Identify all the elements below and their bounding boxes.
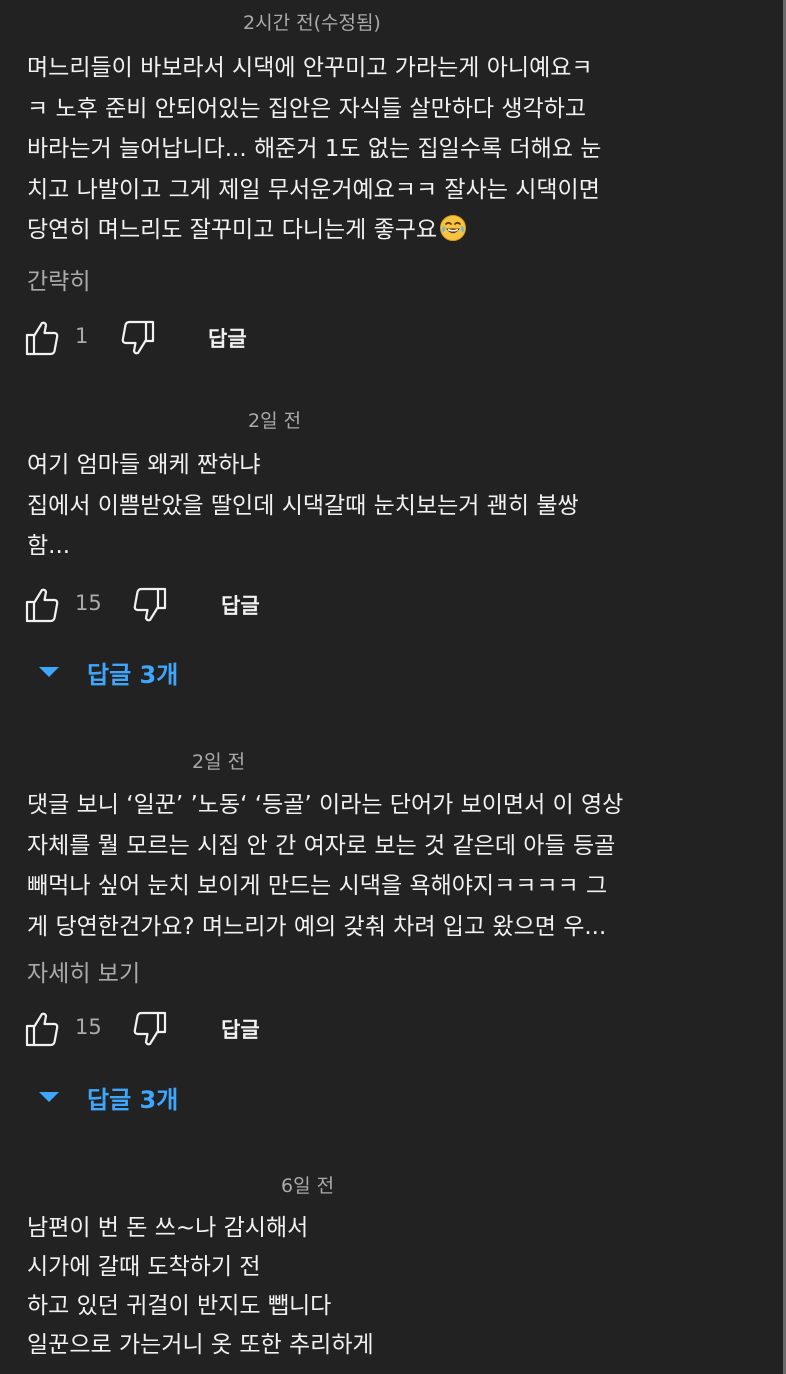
reply-button[interactable]: 답글	[208, 323, 247, 353]
comment-line: 자체를 뭘 모르는 시집 안 간 여자로 보는 것 같은데 아들 등골	[27, 832, 616, 859]
comment-line: 댓글 보니 ‘일꾼’ ’노동‘ ‘등골’ 이라는 단어가 보이면서 이 영상	[27, 792, 624, 818]
caret-down-icon	[39, 1092, 59, 1102]
caret-down-icon	[39, 667, 59, 677]
view-replies-button[interactable]: 답글 3개	[39, 1078, 259, 1118]
comment-timestamp: 2일 전	[248, 410, 302, 432]
read-more-link[interactable]: 자세히 보기	[27, 954, 140, 988]
like-count: 15	[75, 1015, 102, 1039]
thumbs-down-icon[interactable]	[129, 1009, 169, 1049]
show-less-link[interactable]: 간략히	[27, 262, 90, 296]
replies-count-label: 답글 3개	[87, 1086, 179, 1114]
thumbs-down-icon[interactable]	[117, 318, 157, 358]
comment-text: 댓글 보니 ‘일꾼’ ’노동‘ ‘등골’ 이라는 단어가 보이면서 이 영상 자…	[27, 785, 623, 947]
thumbs-up-icon[interactable]	[23, 585, 63, 625]
comment-line: 일꾼으로 가는거니 옷 또한 추리하게	[27, 1332, 374, 1358]
comment-line: ㅋ 노후 준비 안되어있는 집안은 자식들 살만하다 생각하고	[27, 95, 587, 122]
comment-line: 게 당연한건가요? 며느리가 예의 갖춰 차려 입고 왔으면 우...	[27, 913, 607, 940]
comment-line: 바라는거 늘어납니다... 해준거 1도 없는 집일수록 더해요 눈	[27, 136, 602, 162]
comment-actions: 15 답글	[25, 585, 427, 625]
comment-line: 치고 나발이고 그게 제일 무서운거예요ㅋㅋ 잘사는 시댁이면	[27, 176, 600, 203]
comment-line: 며느리들이 바보라서 시댁에 안꾸미고 가라는게 아니예요ㅋ	[27, 55, 593, 81]
comment-line: 당연히 며느리도 잘꾸미고 다니는게 좋구요	[27, 217, 438, 243]
thumbs-down-icon[interactable]	[129, 585, 169, 625]
comment-line: 함...	[27, 533, 71, 559]
comment-line-last: 당연히 며느리도 잘꾸미고 다니는게 좋구요	[27, 210, 601, 251]
comment-text: 며느리들이 바보라서 시댁에 안꾸미고 가라는게 아니예요ㅋ ㅋ 노후 준비 안…	[27, 48, 601, 251]
comment-actions: 15 답글	[25, 1009, 427, 1049]
comment-line: 시가에 갈때 도착하기 전	[27, 1254, 261, 1280]
comment-text: 남편이 번 돈 쓰~나 감시해서 시가에 갈때 도착하기 전 하고 있던 귀걸이…	[27, 1209, 374, 1365]
thumbs-up-icon[interactable]	[23, 1009, 63, 1049]
reply-button[interactable]: 답글	[221, 1014, 260, 1044]
replies-count-label: 답글 3개	[87, 661, 179, 689]
laughing-tears-emoji-icon	[439, 214, 467, 242]
comment-line: 하고 있던 귀걸이 반지도 뺍니다	[27, 1293, 332, 1319]
comment-line: 남편이 번 돈 쓰~나 감시해서	[27, 1215, 309, 1241]
like-count: 15	[75, 591, 102, 615]
comment-line: 집에서 이쁨받았을 딸인데 시댁갈때 눈치보는거 괜히 불쌍	[27, 492, 579, 519]
comment-timestamp: 2시간 전(수정됨)	[243, 12, 381, 34]
like-count: 1	[75, 324, 89, 348]
comment-line: 빼먹나 싶어 눈치 보이게 만드는 시댁을 욕해야지ㅋㅋㅋㅋ 그	[27, 873, 608, 899]
comment-text: 여기 엄마들 왜케 짠하냐 집에서 이쁨받았을 딸인데 시댁갈때 눈치보는거 괜…	[27, 445, 579, 567]
comments-screen: 2시간 전(수정됨) 며느리들이 바보라서 시댁에 안꾸미고 가라는게 아니예요…	[0, 0, 786, 1374]
comment-timestamp: 2일 전	[192, 751, 246, 773]
comment-timestamp: 6일 전	[281, 1175, 335, 1197]
thumbs-up-icon[interactable]	[23, 318, 63, 358]
comment-line: 여기 엄마들 왜케 짠하냐	[27, 452, 261, 478]
comment-actions: 1 답글	[25, 318, 427, 358]
view-replies-button[interactable]: 답글 3개	[39, 653, 259, 693]
reply-button[interactable]: 답글	[221, 590, 260, 620]
